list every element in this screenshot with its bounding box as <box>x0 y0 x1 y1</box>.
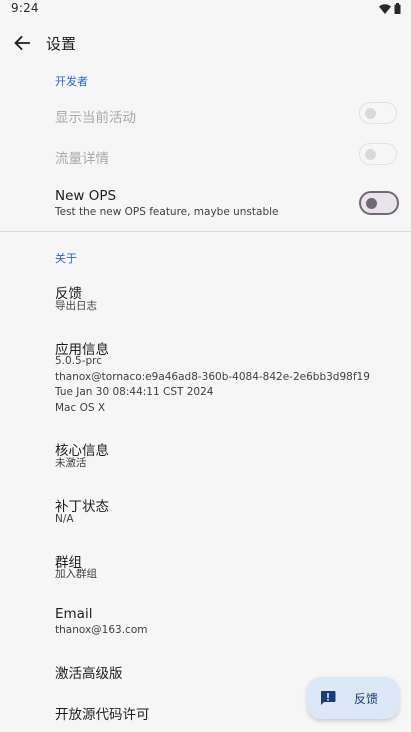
feedback-fab[interactable]: 反馈 <box>307 677 399 719</box>
pref-show-current-activity[interactable]: 显示当前活动 <box>0 94 411 134</box>
switch-thumb <box>366 197 377 209</box>
switch-thumb <box>365 148 376 160</box>
pref-summary: Test the new OPS feature, maybe unstable <box>55 206 279 218</box>
pref-title: 开放源代码许可 <box>55 707 150 723</box>
back-button[interactable] <box>8 29 36 57</box>
app-build-date: Tue Jan 30 08:44:11 CST 2024 <box>55 386 214 398</box>
toolbar: 设置 <box>0 20 411 66</box>
pref-title: New OPS <box>55 188 117 204</box>
pref-traffic-details[interactable]: 流量详情 <box>0 135 411 175</box>
pref-title: 显示当前活动 <box>55 110 136 126</box>
switch-thumb <box>365 107 376 119</box>
pref-summary: thanox@163.com <box>55 624 148 636</box>
section-divider <box>0 231 411 232</box>
pref-summary: 未激活 <box>55 457 87 469</box>
pref-summary: 导出日志 <box>55 300 97 312</box>
wifi-icon <box>379 3 391 14</box>
app-version: 5.0.5-prc <box>55 355 103 367</box>
status-icons <box>379 3 401 14</box>
section-header-developer: 开发者 <box>55 75 88 88</box>
pref-summary: 加入群组 <box>55 568 97 580</box>
pref-summary: N/A <box>55 513 74 525</box>
traffic-details-switch[interactable] <box>359 143 397 165</box>
battery-icon <box>394 3 401 14</box>
pref-title: Email <box>55 606 93 622</box>
status-time: 9:24 <box>11 1 39 15</box>
app-build-os: Mac OS X <box>55 402 106 414</box>
new-ops-switch[interactable] <box>359 191 399 215</box>
pref-title: 流量详情 <box>55 151 109 167</box>
pref-title: 激活高级版 <box>55 666 123 682</box>
feedback-icon <box>320 691 336 705</box>
status-bar: 9:24 <box>0 0 411 20</box>
show-activity-switch[interactable] <box>359 102 397 124</box>
arrow-back-icon <box>14 36 30 50</box>
pref-new-ops[interactable]: New OPS Test the new OPS feature, maybe … <box>0 183 411 227</box>
app-build-id: thanox@tornaco:e9a46ad8-360b-4084-842e-2… <box>55 371 370 383</box>
page-title: 设置 <box>46 35 77 53</box>
section-header-about: 关于 <box>55 252 77 265</box>
fab-label: 反馈 <box>354 692 379 706</box>
